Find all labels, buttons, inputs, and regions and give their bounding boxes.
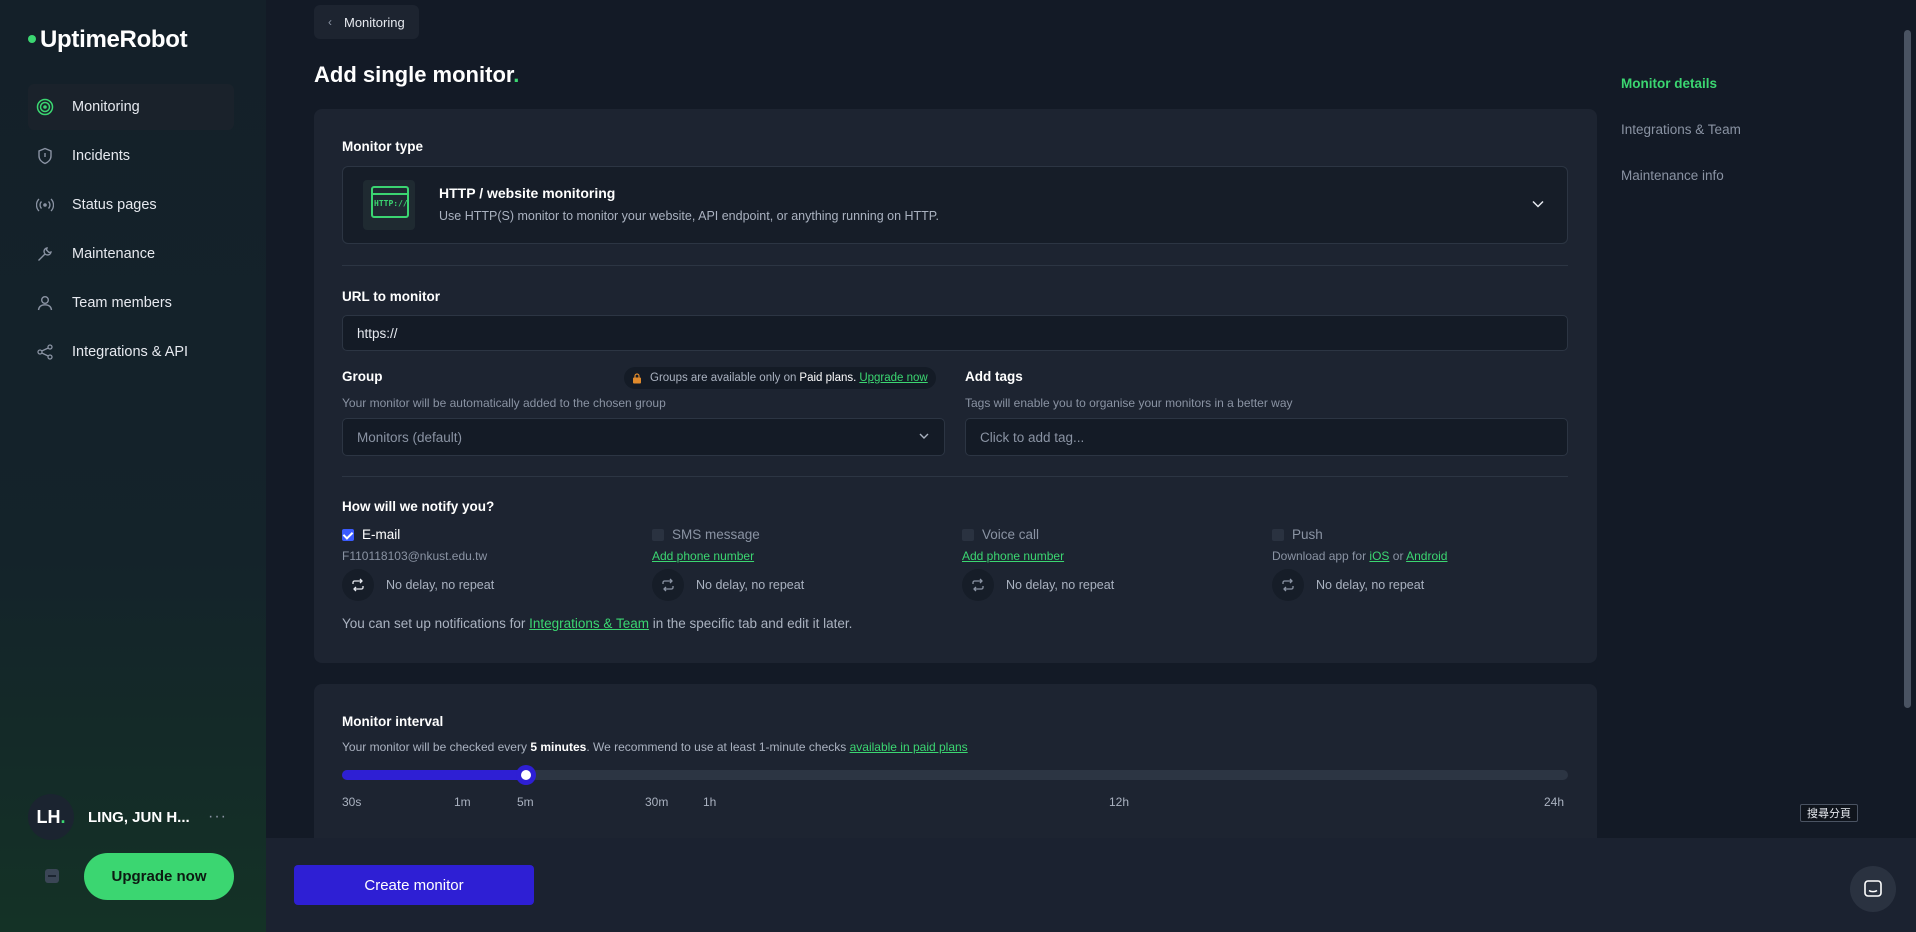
- notify-sms: SMS message Add phone number No delay, n…: [652, 527, 912, 601]
- notify-label: How will we notify you?: [342, 499, 495, 514]
- upgrade-now-button[interactable]: Upgrade now: [84, 853, 234, 900]
- divider: [342, 476, 1568, 477]
- tags-input[interactable]: Click to add tag...: [965, 418, 1568, 456]
- sidebar-item-maintenance[interactable]: Maintenance: [28, 231, 234, 277]
- divider: [342, 265, 1568, 266]
- page-title: Add single monitor.: [314, 62, 520, 87]
- target-icon: [36, 98, 54, 116]
- title-dot: .: [513, 62, 520, 87]
- sidebar-nav: Monitoring Incidents Status pages Mainte…: [28, 84, 234, 378]
- integrations-team-link[interactable]: Integrations & Team: [529, 616, 649, 631]
- repeat-icon[interactable]: [962, 569, 994, 601]
- wrench-icon: [36, 245, 54, 263]
- email-checkbox[interactable]: [342, 528, 354, 541]
- interval-label: Monitor interval: [342, 714, 444, 729]
- voice-checkbox[interactable]: [962, 528, 974, 541]
- avatar-dot: .: [60, 806, 66, 827]
- repeat-icon[interactable]: [652, 569, 684, 601]
- collapse-sidebar-icon[interactable]: [45, 869, 59, 883]
- http-monitor-icon: HTTP://: [363, 180, 415, 230]
- section-link-maintenance-info[interactable]: Maintenance info: [1621, 168, 1741, 183]
- user-profile[interactable]: LH. LING, JUN H... ···: [28, 794, 227, 840]
- chat-icon[interactable]: [1850, 866, 1896, 912]
- group-label: Group: [342, 369, 383, 384]
- repeat-setting[interactable]: No delay, no repeat: [386, 578, 494, 592]
- add-phone-number-link[interactable]: Add phone number: [962, 549, 1064, 563]
- email-address: F110118103@nkust.edu.tw: [342, 549, 488, 563]
- chevron-down-icon: [919, 433, 929, 439]
- slider-thumb[interactable]: [515, 765, 536, 785]
- repeat-setting[interactable]: No delay, no repeat: [1006, 578, 1114, 592]
- monitor-type-title: HTTP / website monitoring: [439, 185, 616, 201]
- sidebar-item-label: Integrations & API: [72, 344, 189, 360]
- lock-icon: [633, 372, 641, 383]
- android-link[interactable]: Android: [1406, 549, 1447, 563]
- tick-label: 1m: [454, 795, 471, 809]
- user-name: LING, JUN H...: [88, 808, 190, 826]
- monitor-type-label: Monitor type: [342, 139, 423, 154]
- sidebar-item-label: Status pages: [72, 197, 157, 213]
- sms-checkbox[interactable]: [652, 528, 664, 541]
- sidebar-item-label: Incidents: [72, 148, 131, 164]
- sidebar: UptimeRobot Monitoring Incidents Status …: [0, 0, 266, 932]
- ios-link[interactable]: iOS: [1369, 549, 1389, 563]
- tick-label: 1h: [703, 795, 717, 809]
- push-checkbox[interactable]: [1272, 528, 1284, 541]
- monitor-type-description: Use HTTP(S) monitor to monitor your webs…: [439, 209, 939, 223]
- repeat-icon[interactable]: [342, 569, 374, 601]
- repeat-setting[interactable]: No delay, no repeat: [696, 578, 804, 592]
- tick-label: 30m: [645, 795, 669, 809]
- page-scrollbar[interactable]: [1904, 30, 1911, 708]
- add-phone-number-link[interactable]: Add phone number: [652, 549, 754, 563]
- repeat-setting[interactable]: No delay, no repeat: [1316, 578, 1424, 592]
- back-to-monitoring-button[interactable]: ‹ Monitoring: [314, 5, 419, 39]
- sidebar-item-label: Monitoring: [72, 99, 140, 115]
- broadcast-icon: [36, 196, 54, 214]
- monitor-type-select[interactable]: HTTP:// HTTP / website monitoring Use HT…: [342, 166, 1568, 244]
- user-icon: [36, 294, 54, 312]
- chevron-left-icon: ‹: [328, 15, 332, 29]
- section-link-integrations-team[interactable]: Integrations & Team: [1621, 122, 1741, 137]
- app-logo[interactable]: UptimeRobot: [28, 26, 188, 54]
- sidebar-item-label: Team members: [72, 295, 172, 311]
- notify-note: You can set up notifications for Integra…: [342, 616, 853, 631]
- notify-voice: Voice call Add phone number No delay, no…: [962, 527, 1222, 601]
- extension-tag[interactable]: 搜尋分頁: [1800, 804, 1858, 822]
- tags-sub: Tags will enable you to organise your mo…: [965, 396, 1293, 410]
- shield-icon: [36, 147, 54, 165]
- interval-sub: Your monitor will be checked every 5 min…: [342, 740, 968, 754]
- monitor-details-card: Monitor type HTTP:// HTTP / website moni…: [314, 109, 1597, 663]
- group-sub: Your monitor will be automatically added…: [342, 396, 666, 410]
- notify-email: E-mail F110118103@nkust.edu.tw No delay,…: [342, 527, 602, 601]
- section-link-monitor-details[interactable]: Monitor details: [1621, 76, 1741, 91]
- tick-label: 12h: [1109, 795, 1130, 809]
- notify-push: Push Download app for iOS or Android No …: [1272, 527, 1532, 601]
- logo-dot: [28, 34, 36, 43]
- create-monitor-button[interactable]: Create monitor: [294, 865, 534, 905]
- sidebar-item-incidents[interactable]: Incidents: [28, 133, 234, 179]
- chevron-down-icon: [1532, 200, 1544, 208]
- group-select[interactable]: Monitors (default): [342, 418, 945, 456]
- sidebar-item-status-pages[interactable]: Status pages: [28, 182, 234, 228]
- url-label: URL to monitor: [342, 289, 440, 304]
- slider-fill: [342, 770, 526, 780]
- interval-slider[interactable]: [342, 765, 1568, 785]
- tick-label: 5m: [517, 795, 534, 809]
- url-input[interactable]: https://: [342, 315, 1568, 351]
- sidebar-item-team-members[interactable]: Team members: [28, 280, 234, 326]
- sidebar-item-monitoring[interactable]: Monitoring: [28, 84, 234, 130]
- tick-label: 30s: [342, 795, 362, 809]
- section-nav: Monitor details Integrations & Team Main…: [1621, 76, 1741, 214]
- tags-label: Add tags: [965, 369, 1023, 384]
- more-options-icon[interactable]: ···: [208, 808, 227, 826]
- repeat-icon[interactable]: [1272, 569, 1304, 601]
- share-icon: [36, 343, 54, 361]
- tick-label: 24h: [1544, 795, 1565, 809]
- sidebar-item-label: Maintenance: [72, 246, 156, 262]
- avatar: LH.: [28, 794, 74, 840]
- paid-plans-link[interactable]: available in paid plans: [850, 740, 968, 754]
- upgrade-now-link[interactable]: Upgrade now: [859, 372, 927, 384]
- sidebar-item-integrations[interactable]: Integrations & API: [28, 329, 234, 375]
- paid-plans-notice: Groups are available only on Paid plans.…: [624, 367, 936, 389]
